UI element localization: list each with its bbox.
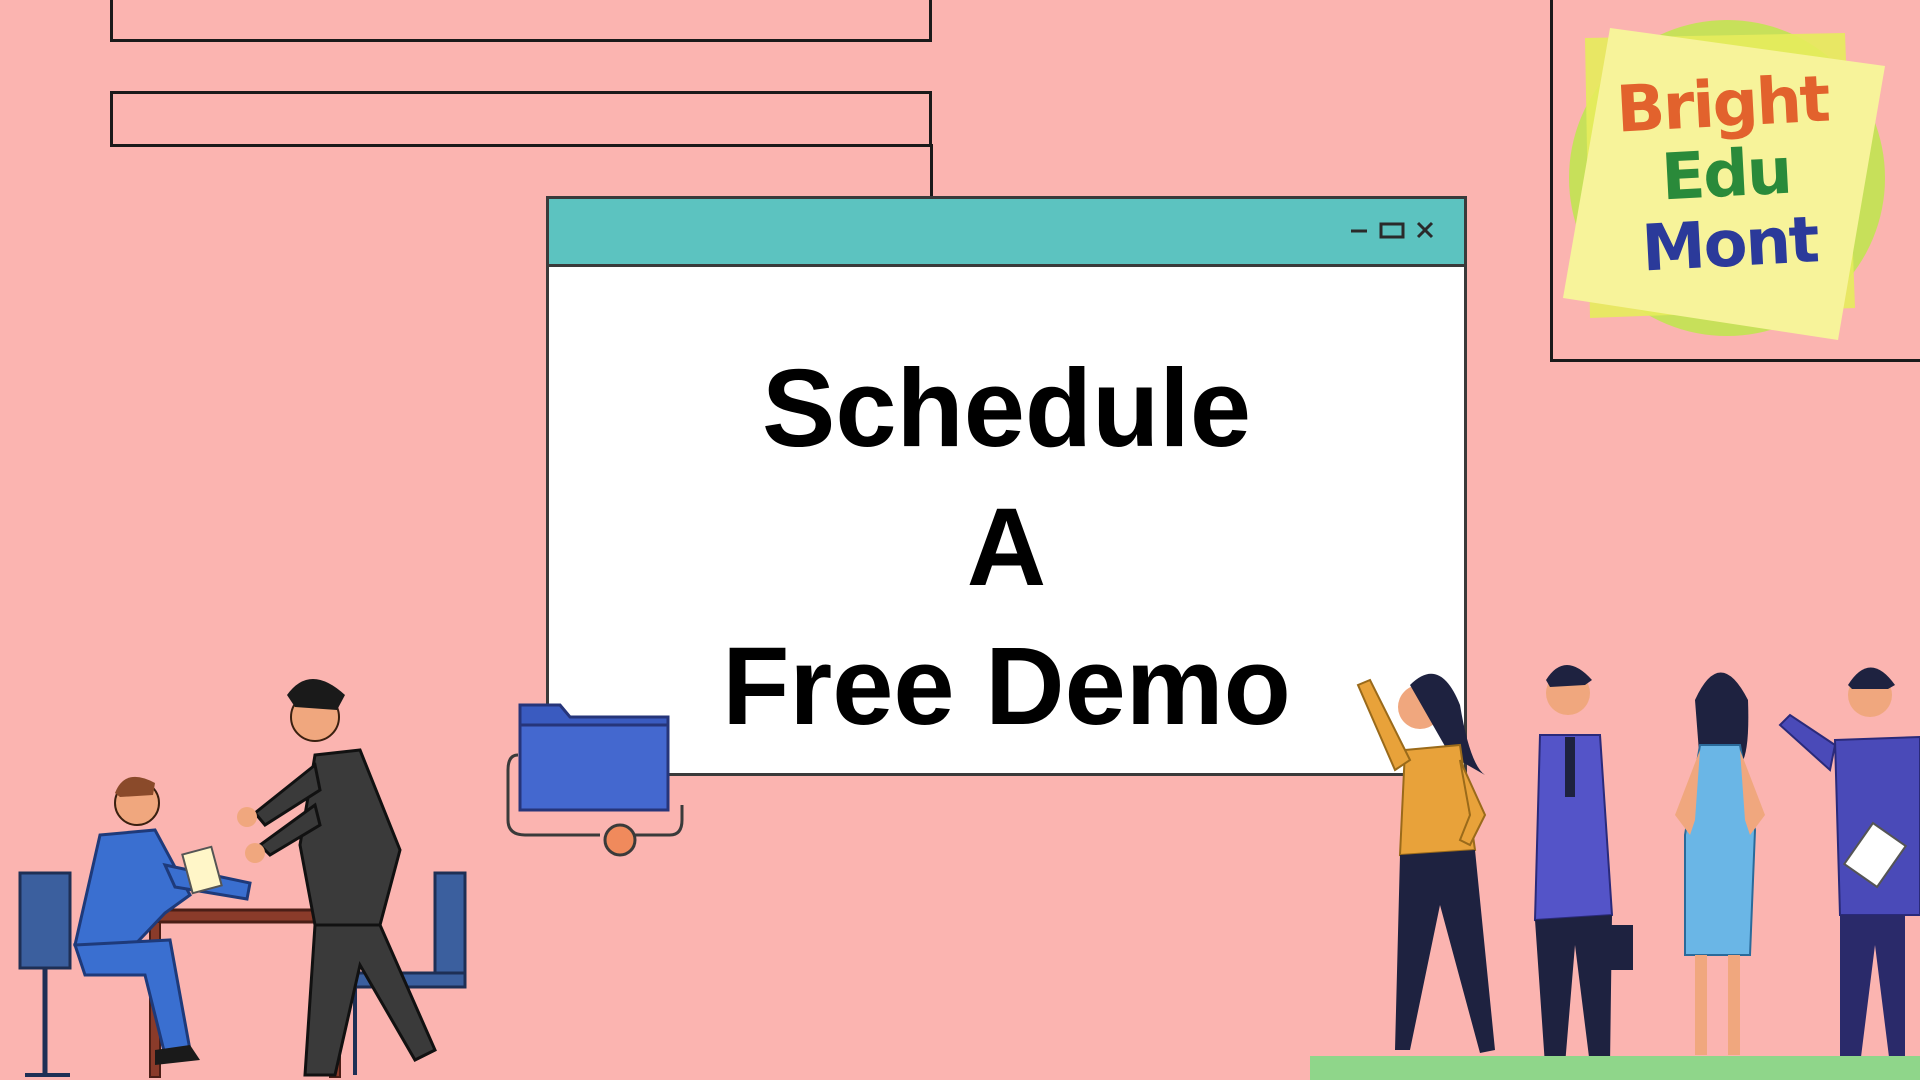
folder-graphic	[506, 703, 684, 857]
decorative-strip-lower	[923, 144, 933, 200]
connector-dot	[603, 823, 637, 857]
logo-word-mont: Mont	[1639, 203, 1820, 287]
decorative-strip-middle	[110, 91, 932, 147]
logo-wordmark: Bright Edu Mont	[1611, 62, 1842, 287]
woman-in-dress	[1675, 672, 1765, 1055]
team-illustration	[1356, 665, 1920, 1065]
minimize-icon[interactable]	[1348, 219, 1370, 241]
meeting-illustration	[18, 679, 467, 1078]
folder-front	[518, 723, 670, 812]
decorative-strip-top	[110, 0, 932, 42]
headline-line-1: Schedule	[761, 347, 1252, 470]
man-on-phone	[1533, 665, 1633, 1065]
headline-line-2: A	[966, 486, 1047, 609]
woman-pointing	[1356, 673, 1495, 1053]
ground-strip	[1310, 1056, 1920, 1080]
maximize-icon[interactable]	[1379, 219, 1405, 241]
close-icon[interactable]	[1414, 219, 1436, 241]
left-chair	[18, 871, 72, 1077]
logo-word-bright: Bright	[1614, 62, 1831, 148]
window-titlebar	[549, 199, 1464, 267]
standing-businessman	[237, 679, 437, 1077]
man-with-papers	[1778, 667, 1920, 1065]
